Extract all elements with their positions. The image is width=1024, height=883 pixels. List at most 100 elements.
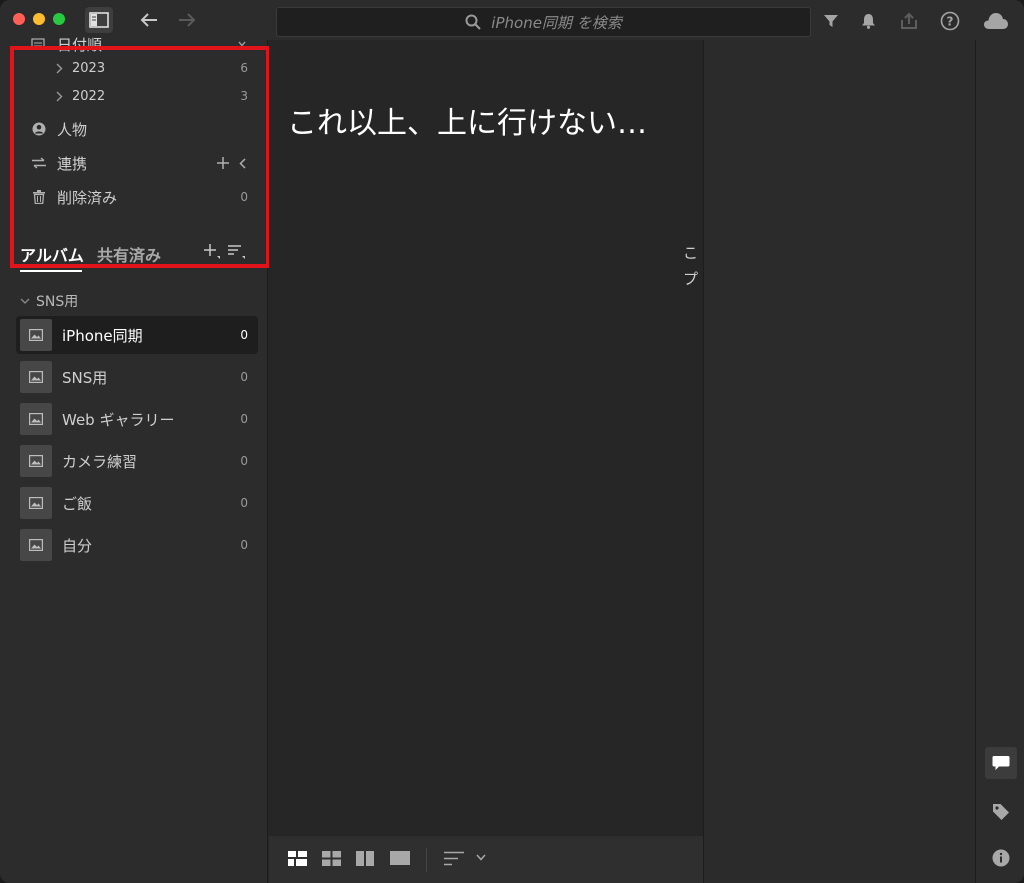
image-icon	[29, 329, 43, 341]
album-item[interactable]: カメラ練習 0	[16, 442, 258, 480]
tab-albums[interactable]: アルバム	[20, 242, 84, 266]
add-album-icon[interactable]	[204, 244, 220, 260]
search-input[interactable]: iPhone同期 を検索	[276, 7, 811, 37]
add-icon[interactable]	[217, 157, 229, 169]
chevron-right-icon[interactable]	[56, 91, 63, 102]
empty-message: これ以上、上に行けない…	[287, 106, 647, 141]
tab-shared[interactable]: 共有済み	[97, 242, 161, 266]
view-mode-square-grid[interactable]	[322, 851, 341, 866]
album-label: ご飯	[62, 494, 93, 513]
search-placeholder: iPhone同期 を検索	[491, 13, 622, 32]
album-thumbnail	[20, 403, 52, 435]
image-icon	[29, 455, 43, 467]
right-toolstrip	[975, 40, 1024, 883]
album-item[interactable]: ご飯 0	[16, 484, 258, 522]
toolbar-divider	[426, 848, 427, 872]
chevron-left-icon[interactable]	[239, 157, 246, 169]
info-button[interactable]	[985, 842, 1017, 874]
album-item[interactable]: iPhone同期 0	[16, 316, 258, 354]
tree-label-year: 2022	[72, 88, 106, 104]
tree-count: 3	[240, 89, 248, 103]
truncated-line: こ	[683, 244, 699, 262]
compare-icon	[356, 851, 374, 866]
photo-grid-icon	[288, 851, 307, 866]
app-window: iPhone同期 を検索 ? 日付順 2023 6 2022 3 人物 連携 削…	[0, 0, 1024, 883]
tree-item-year-2023[interactable]: 2023 6	[0, 56, 268, 80]
person-icon	[32, 122, 46, 136]
close-icon[interactable]	[13, 13, 25, 25]
sort-icon[interactable]	[228, 244, 246, 260]
album-label: SNS用	[62, 368, 108, 387]
view-mode-photo-grid[interactable]	[288, 851, 307, 866]
chevron-down-icon	[476, 854, 486, 861]
album-thumbnail	[20, 529, 52, 561]
cloud-icon	[984, 13, 1008, 29]
chevron-down-icon[interactable]	[20, 297, 30, 305]
truncated-line: プ	[683, 270, 699, 288]
keywords-button[interactable]	[985, 796, 1017, 828]
left-sidebar: 日付順 2023 6 2022 3 人物 連携 削除済み 0 アルバム 共有済み…	[0, 36, 270, 883]
truncated-text: こ プ	[683, 240, 703, 292]
notifications-button[interactable]	[857, 10, 879, 32]
tree-label-deleted: 削除済み	[57, 188, 118, 207]
svg-text:?: ?	[947, 15, 954, 29]
view-toolbar	[269, 835, 703, 883]
album-count: 0	[240, 496, 248, 510]
main-content: これ以上、上に行けない… こ プ	[269, 40, 703, 883]
album-count: 0	[240, 328, 248, 342]
chevron-down-icon[interactable]	[238, 41, 246, 47]
chevron-right-icon[interactable]	[56, 63, 63, 74]
swap-arrows-icon	[32, 157, 46, 169]
bell-icon	[861, 14, 875, 29]
minimize-icon[interactable]	[33, 13, 45, 25]
view-mode-detail[interactable]	[390, 851, 410, 865]
forward-arrow-icon	[179, 13, 196, 27]
album-count: 0	[240, 538, 248, 552]
tab-underline	[20, 270, 82, 272]
album-thumbnail	[20, 319, 52, 351]
view-mode-compare[interactable]	[356, 851, 374, 866]
help-button[interactable]: ?	[939, 10, 961, 32]
tree-label-date-group: 日付順	[57, 35, 103, 54]
album-item[interactable]: Web ギャラリー 0	[16, 400, 258, 438]
help-icon: ?	[940, 11, 960, 31]
album-label: Web ギャラリー	[62, 410, 175, 429]
tree-item-date-group[interactable]: 日付順	[0, 32, 268, 56]
sort-menu-button[interactable]	[444, 851, 486, 866]
back-button[interactable]	[135, 7, 163, 33]
tree-item-connections[interactable]: 連携	[0, 151, 268, 175]
trash-icon	[33, 190, 45, 204]
album-label: iPhone同期	[62, 326, 143, 345]
zoom-icon[interactable]	[53, 13, 65, 25]
album-label: カメラ練習	[62, 452, 138, 471]
image-icon	[29, 497, 43, 509]
comments-button[interactable]	[985, 747, 1017, 779]
album-group-header[interactable]: SNS用	[20, 291, 78, 311]
tree-item-deleted[interactable]: 削除済み 0	[0, 185, 268, 209]
tree-item-year-2022[interactable]: 2022 3	[0, 84, 268, 108]
sort-lines-icon	[444, 851, 464, 866]
album-count: 0	[240, 454, 248, 468]
album-thumbnail	[20, 445, 52, 477]
sidebar-toggle-button[interactable]	[85, 7, 113, 33]
image-icon	[29, 413, 43, 425]
cloud-sync-button[interactable]	[982, 10, 1010, 32]
tree-label-people: 人物	[57, 120, 88, 139]
image-icon	[29, 371, 43, 383]
search-icon	[465, 14, 482, 30]
calendar-icon	[31, 38, 45, 50]
album-item[interactable]: SNS用 0	[16, 358, 258, 396]
album-tabs: アルバム 共有済み	[20, 242, 250, 272]
tree-label-year: 2023	[72, 60, 106, 76]
detail-panel	[703, 40, 975, 883]
filter-button[interactable]	[820, 10, 842, 32]
tree-item-people[interactable]: 人物	[0, 117, 268, 141]
tag-icon	[993, 804, 1009, 820]
share-button[interactable]	[898, 10, 920, 32]
album-count: 0	[240, 370, 248, 384]
album-label: 自分	[62, 536, 93, 555]
square-grid-icon	[322, 851, 341, 866]
filter-icon	[824, 15, 838, 27]
forward-button[interactable]	[173, 7, 201, 33]
album-item[interactable]: 自分 0	[16, 526, 258, 564]
